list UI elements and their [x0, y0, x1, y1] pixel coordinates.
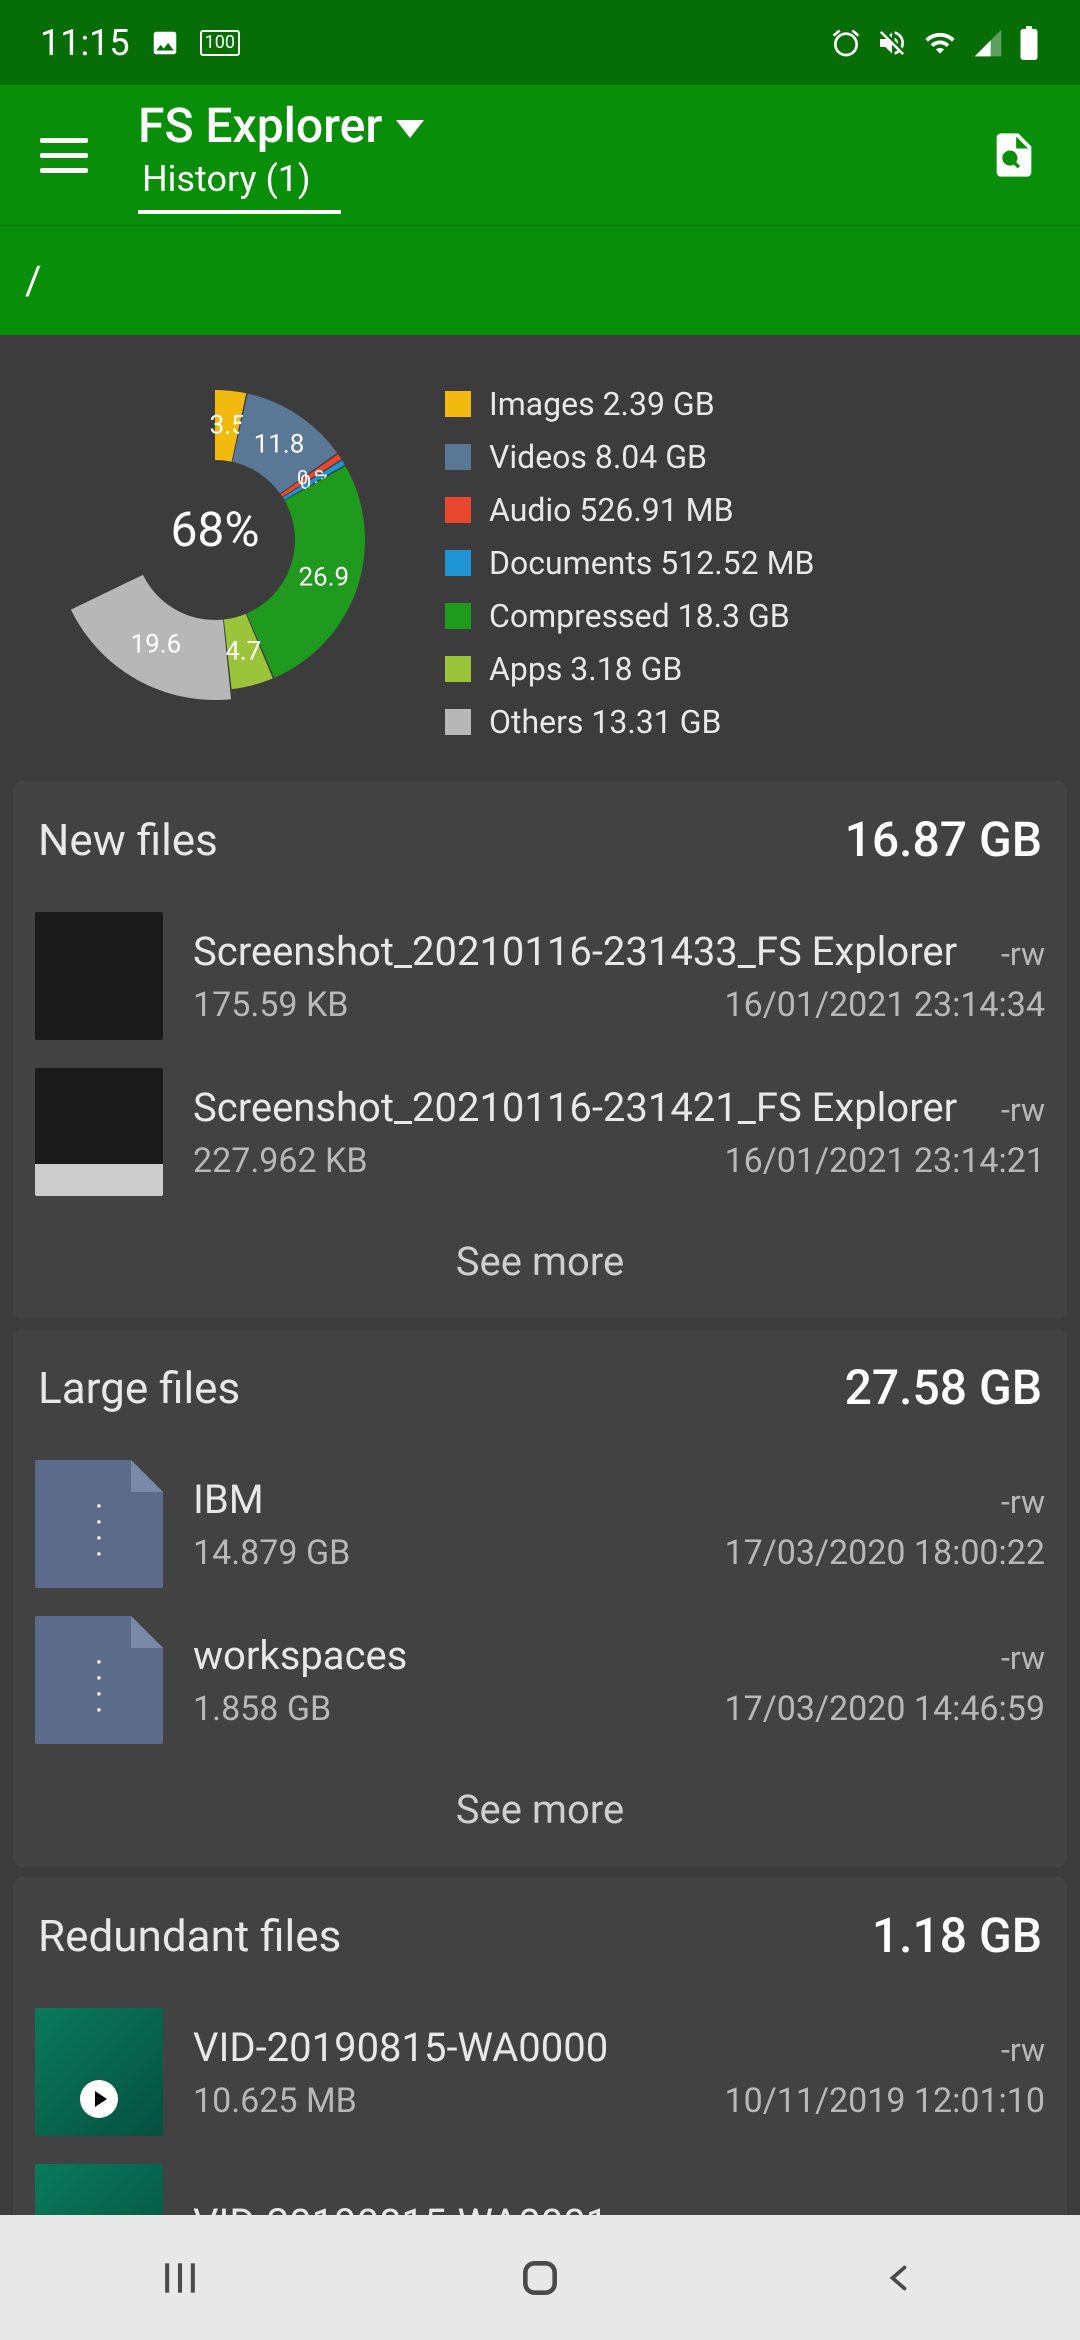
file-size: 227.962 KB: [193, 1141, 368, 1181]
battery-icon: [1018, 26, 1040, 60]
card-title: New files: [38, 814, 218, 866]
legend-swatch: [445, 444, 471, 470]
nav-back-button[interactable]: [750, 2215, 1050, 2340]
card-total: 1.18 GB: [872, 1907, 1042, 1964]
signal-icon: [972, 27, 1004, 59]
large-files-card: Large files 27.58 GB ▪▪▪▪ IBM -rw 14.879 GB…: [13, 1329, 1067, 1867]
file-permissions: -rw: [1001, 2031, 1045, 2069]
legend-label: Others 13.31 GB: [489, 703, 721, 741]
nav-home-button[interactable]: [390, 2215, 690, 2340]
legend-swatch: [445, 391, 471, 417]
app-bar: FS Explorer History (1): [0, 85, 1080, 225]
legend-swatch: [445, 603, 471, 629]
legend-label: Images 2.39 GB: [489, 385, 715, 423]
file-name: Screenshot_20210116-231433_FS Explorer: [193, 928, 957, 975]
legend-item[interactable]: Apps 3.18 GB: [445, 650, 1055, 688]
card-title: Redundant files: [38, 1910, 341, 1962]
svg-text:26.9: 26.9: [298, 562, 349, 592]
file-date: 10/11/2019 12:01:10: [725, 2081, 1045, 2121]
file-permissions: -rw: [1001, 935, 1045, 973]
legend-swatch: [445, 709, 471, 735]
card-total: 27.58 GB: [845, 1359, 1042, 1416]
svg-text:4.7: 4.7: [225, 636, 261, 666]
dropdown-icon: [396, 120, 424, 138]
file-size: 10.625 MB: [193, 2081, 357, 2121]
legend-item[interactable]: Compressed 18.3 GB: [445, 597, 1055, 635]
legend-label: Documents 512.52 MB: [489, 544, 814, 582]
file-size: 175.59 KB: [193, 985, 348, 1025]
file-row[interactable]: VID-20190815-WA0000 -rw 10.625 MB 10/11/201…: [13, 1994, 1067, 2150]
card-title: Large files: [38, 1362, 240, 1414]
breadcrumb[interactable]: /: [0, 225, 1080, 335]
redundant-files-card: Redundant files 1.18 GB VID-20190815-WA0…: [13, 1877, 1067, 2215]
title-dropdown[interactable]: FS Explorer: [138, 97, 988, 154]
donut-center-label: 68%: [170, 501, 259, 558]
image-thumbnail: [35, 1068, 163, 1196]
legend-item[interactable]: Documents 512.52 MB: [445, 544, 1055, 582]
file-name: Screenshot_20210116-231421_FS Explorer: [193, 1084, 957, 1131]
file-row[interactable]: ▪▪▪▪ IBM -rw 14.879 GB 17/03/2020 18:00:22: [13, 1446, 1067, 1602]
legend-item[interactable]: Videos 8.04 GB: [445, 438, 1055, 476]
image-thumbnail: [35, 912, 163, 1040]
wifi-icon: [922, 27, 958, 59]
file-size: 1.858 GB: [193, 1689, 331, 1729]
image-icon: [150, 28, 180, 58]
file-date: 17/03/2020 18:00:22: [725, 1533, 1045, 1573]
battery-100-icon: 100: [200, 30, 240, 56]
file-row[interactable]: Screenshot_20210116-231433_FS Explorer -r…: [13, 898, 1067, 1054]
legend-swatch: [445, 497, 471, 523]
breadcrumb-path: /: [25, 257, 42, 304]
alarm-icon: [830, 27, 862, 59]
file-name: workspaces: [193, 1632, 407, 1679]
legend-item[interactable]: Images 2.39 GB: [445, 385, 1055, 423]
legend-item[interactable]: Audio 526.91 MB: [445, 491, 1055, 529]
file-date: 16/01/2021 23:14:34: [725, 985, 1045, 1025]
file-permissions: -rw: [1001, 1091, 1045, 1129]
file-permissions: -rw: [1001, 2207, 1045, 2216]
nav-recents-button[interactable]: [30, 2215, 330, 2340]
legend-item[interactable]: Others 13.31 GB: [445, 703, 1055, 741]
svg-text:11.8: 11.8: [254, 429, 305, 459]
storage-legend: Images 2.39 GB Videos 8.04 GB Audio 526.91…: [445, 370, 1055, 741]
tab-history[interactable]: History (1): [138, 154, 341, 214]
status-bar: 11:15 100: [0, 0, 1080, 85]
archive-icon: ▪▪▪▪: [35, 1616, 163, 1744]
search-file-button[interactable]: [988, 129, 1040, 181]
file-name: VID-20190815-WA0000: [193, 2024, 608, 2071]
legend-swatch: [445, 656, 471, 682]
legend-label: Compressed 18.3 GB: [489, 597, 790, 635]
file-row[interactable]: ▪▪▪▪ workspaces -rw 1.858 GB 17/03/2020 14:4…: [13, 1602, 1067, 1758]
card-total: 16.87 GB: [845, 811, 1042, 868]
mute-icon: [876, 27, 908, 59]
play-icon: [80, 2080, 118, 2118]
file-row[interactable]: Screenshot_20210116-231421_FS Explorer -r…: [13, 1054, 1067, 1210]
legend-label: Apps 3.18 GB: [489, 650, 682, 688]
app-title: FS Explorer: [138, 97, 382, 154]
status-time: 11:15: [40, 22, 130, 64]
storage-overview: 3.511.80.80.726.94.719.6 68% Images 2.39…: [0, 335, 1080, 771]
menu-button[interactable]: [40, 131, 88, 179]
archive-icon: ▪▪▪▪: [35, 1460, 163, 1588]
file-name: VID-20190815-WA0001: [193, 2200, 608, 2216]
legend-swatch: [445, 550, 471, 576]
file-date: 17/03/2020 14:46:59: [725, 1689, 1045, 1729]
storage-donut-chart[interactable]: 3.511.80.80.726.94.719.6 68%: [25, 370, 405, 700]
see-more-button[interactable]: See more: [13, 1210, 1067, 1319]
content-scroll[interactable]: 3.511.80.80.726.94.719.6 68% Images 2.39…: [0, 335, 1080, 2215]
legend-label: Videos 8.04 GB: [489, 438, 707, 476]
svg-text:19.6: 19.6: [131, 629, 182, 659]
new-files-card: New files 16.87 GB Screenshot_20210116-2…: [13, 781, 1067, 1319]
file-name: IBM: [193, 1476, 264, 1523]
video-thumbnail: [35, 2008, 163, 2136]
file-permissions: -rw: [1001, 1639, 1045, 1677]
legend-label: Audio 526.91 MB: [489, 491, 734, 529]
file-row[interactable]: VID-20190815-WA0001 -rw: [13, 2150, 1067, 2215]
file-size: 14.879 GB: [193, 1533, 350, 1573]
nav-bar: [0, 2215, 1080, 2340]
file-permissions: -rw: [1001, 1483, 1045, 1521]
file-date: 16/01/2021 23:14:21: [725, 1141, 1045, 1181]
see-more-button[interactable]: See more: [13, 1758, 1067, 1867]
video-thumbnail: [35, 2164, 163, 2215]
